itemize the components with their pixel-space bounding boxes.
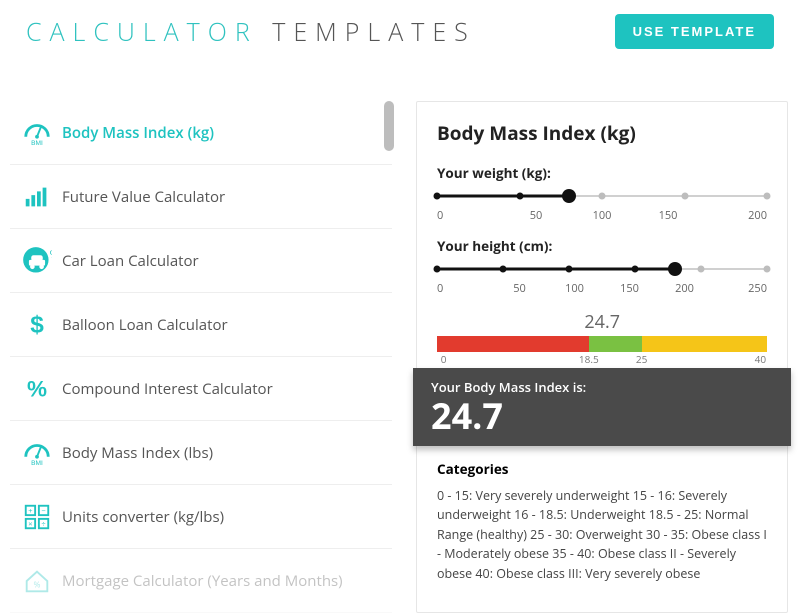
sidebar-item-label: Future Value Calculator [62, 187, 225, 207]
sidebar-item-label: Car Loan Calculator [62, 251, 199, 271]
weight-slider[interactable] [437, 188, 767, 204]
bmi-gauge-icon [16, 438, 58, 468]
house-icon [16, 566, 58, 596]
sidebar-item-label: Balloon Loan Calculator [62, 315, 228, 335]
title-word2: TEMPLATES [272, 15, 476, 49]
height-ticks: 0 50 100 150 200 250 [437, 281, 767, 296]
result-value: 24.7 [431, 398, 773, 434]
categories-title: Categories [437, 460, 767, 478]
height-slider[interactable] [437, 261, 767, 277]
percent-icon [16, 374, 58, 404]
sidebar-item-compound-interest[interactable]: Compound Interest Calculator [10, 357, 392, 421]
sidebar-item-bmi-lbs[interactable]: Body Mass Index (lbs) [10, 421, 392, 485]
sidebar-item-label: Body Mass Index (kg) [62, 123, 214, 143]
title-word1: CALCULATOR [26, 15, 258, 49]
sidebar-item-balloon-loan[interactable]: Balloon Loan Calculator [10, 293, 392, 357]
weight-ticks: 0 50 100 150 200 [437, 208, 767, 223]
sidebar-item-units-converter[interactable]: Units converter (kg/lbs) [10, 485, 392, 549]
result-box: Your Body Mass Index is: 24.7 [413, 368, 791, 446]
sidebar-item-mortgage[interactable]: Mortgage Calculator (Years and Months) [10, 549, 392, 613]
bmi-gauge-icon [16, 118, 58, 148]
car-icon [16, 246, 58, 276]
sidebar-item-label: Body Mass Index (lbs) [62, 443, 213, 463]
gauge-bar [437, 336, 767, 352]
dollar-icon [16, 310, 58, 340]
gauge-value: 24.7 [582, 310, 622, 334]
sidebar-item-label: Compound Interest Calculator [62, 379, 273, 399]
weight-label: Your weight (kg): [437, 164, 767, 182]
page-title: CALCULATOR TEMPLATES [26, 15, 476, 49]
calculator-panel: Body Mass Index (kg) Your weight (kg): 0… [416, 101, 788, 613]
grid-icon [16, 502, 58, 532]
categories-text: 0 - 15: Very severely underweight 15 - 1… [437, 486, 767, 583]
panel-title: Body Mass Index (kg) [437, 120, 767, 146]
height-label: Your height (cm): [437, 237, 767, 255]
bars-icon [16, 182, 58, 212]
gauge-labels: 0 18.5 25 40 [437, 352, 767, 364]
sidebar-item-bmi-kg[interactable]: Body Mass Index (kg) [10, 101, 392, 165]
sidebar-item-future-value[interactable]: Future Value Calculator [10, 165, 392, 229]
sidebar-item-car-loan[interactable]: Car Loan Calculator [10, 229, 392, 293]
sidebar: Body Mass Index (kg) Future Value Calcul… [10, 101, 392, 613]
sidebar-item-label: Units converter (kg/lbs) [62, 507, 224, 527]
sidebar-item-label: Mortgage Calculator (Years and Months) [62, 571, 343, 591]
use-template-button[interactable]: USE TEMPLATE [615, 14, 774, 49]
